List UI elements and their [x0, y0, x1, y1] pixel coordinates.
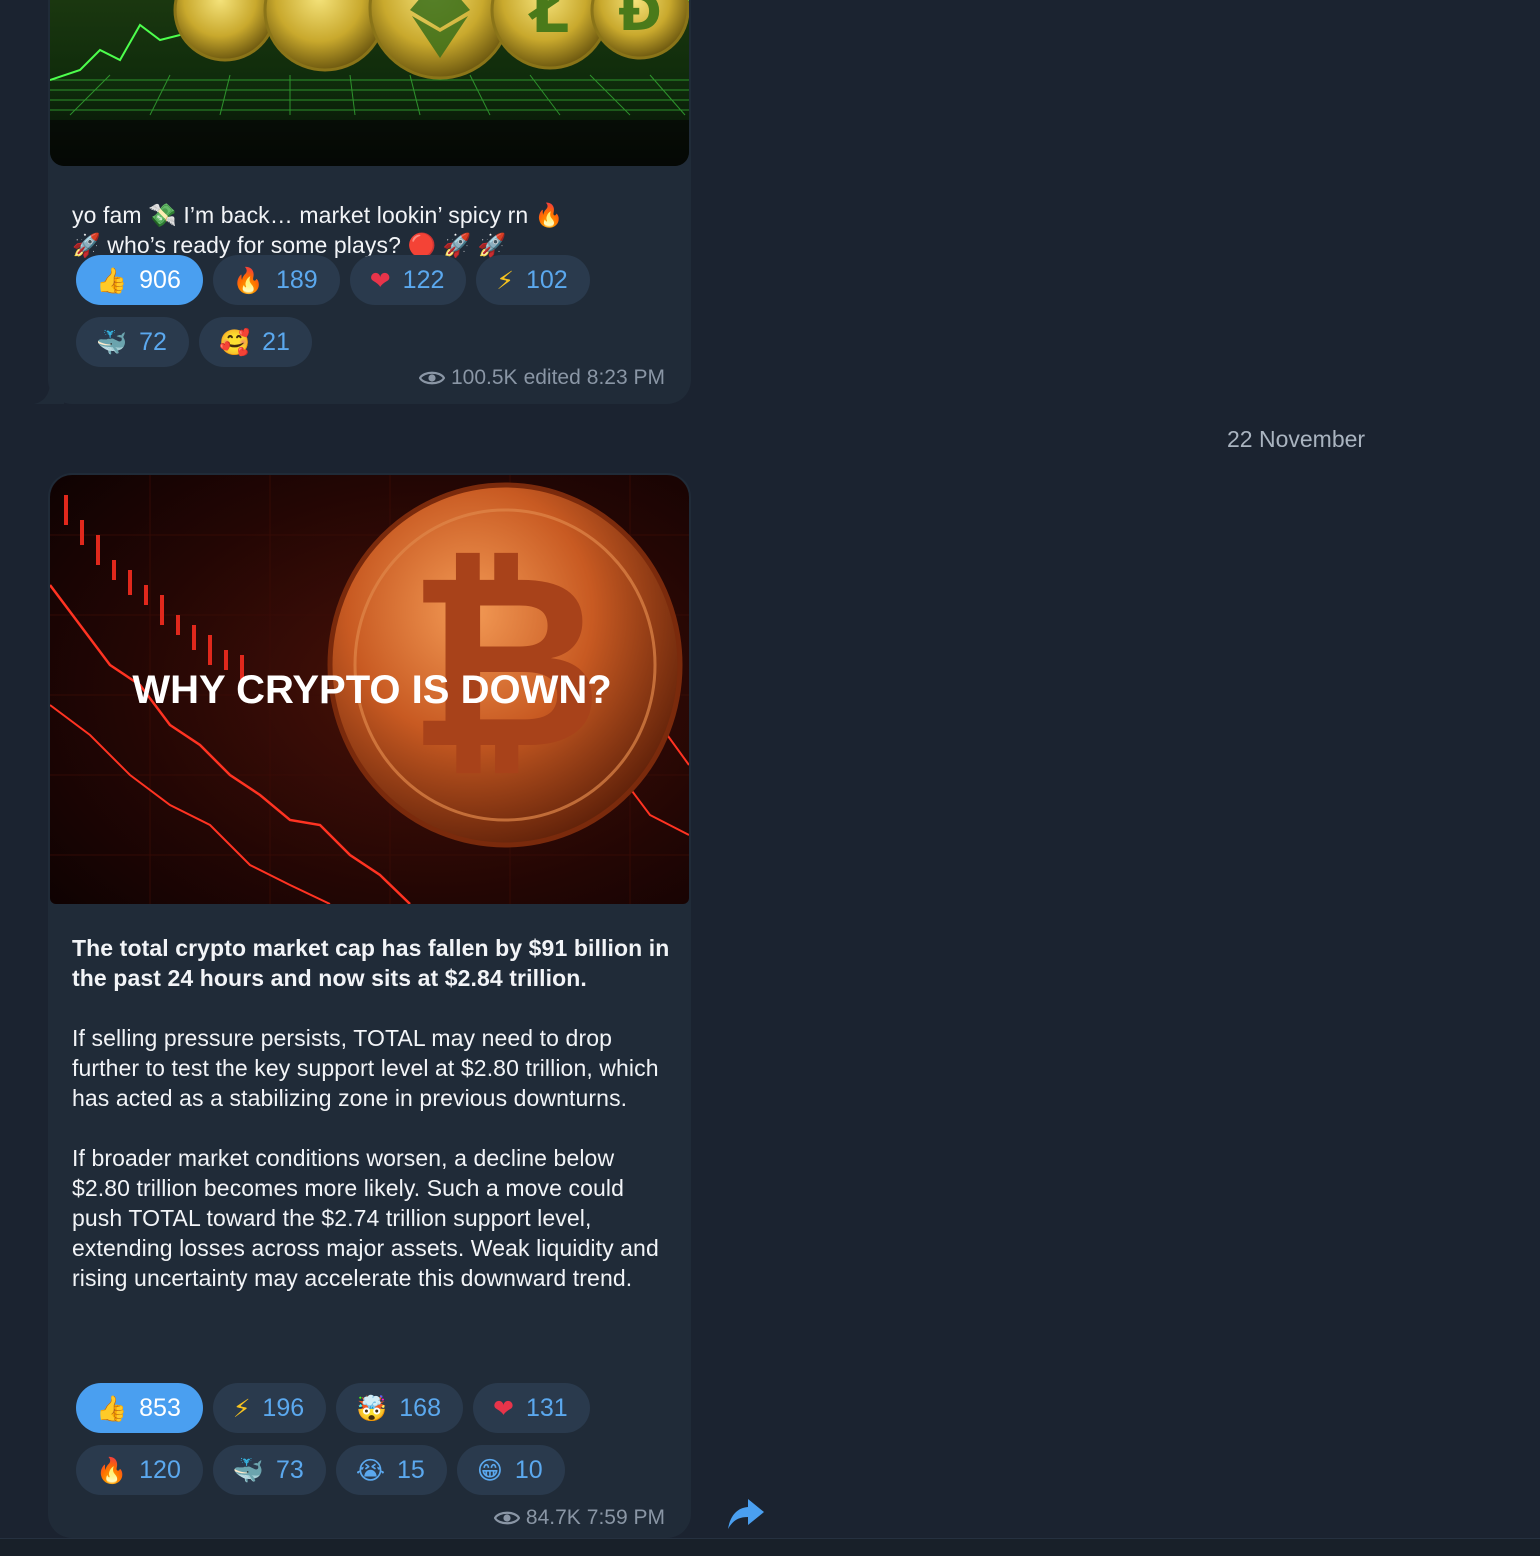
message-caption: The total crypto market cap has fallen b…	[72, 933, 672, 1293]
thumbs-up-icon: 👍	[96, 265, 128, 295]
message-time: 7:59 PM	[586, 1506, 665, 1529]
reaction-heart[interactable]: ❤ 122	[349, 255, 467, 305]
reaction-whale[interactable]: 🐳 73	[212, 1445, 326, 1495]
reaction-count: 189	[276, 265, 318, 294]
reaction-smiling-hearts[interactable]: 🥰 21	[198, 317, 312, 367]
reaction-count: 196	[262, 1393, 305, 1422]
message-bubble[interactable]: Ł Đ yo fam 💸 I’m back… market lookin’ sp…	[34, 0, 691, 404]
reaction-grinning[interactable]: 😁 10	[456, 1445, 565, 1495]
message-bubble[interactable]: ₿ WHY CRYPTO IS DOWN? The total crypto m…	[48, 473, 691, 1538]
caption-lead: The total crypto market cap has fallen b…	[72, 935, 670, 991]
whale-icon: 🐳	[96, 327, 128, 357]
share-arrow-icon[interactable]	[726, 1496, 766, 1532]
whale-icon: 🐳	[232, 1455, 264, 1485]
message-time: 8:23 PM	[586, 366, 665, 389]
fire-icon: 🔥	[232, 265, 264, 295]
date-separator: 22 November	[1227, 426, 1366, 452]
reaction-count: 131	[525, 1393, 568, 1422]
edited-label: edited	[523, 366, 581, 389]
eye-icon	[493, 1511, 520, 1525]
chat-page: Ł Đ yo fam 💸 I’m back… market lookin’ sp…	[0, 0, 1540, 1556]
svg-text:Đ: Đ	[618, 0, 662, 43]
reaction-lightning[interactable]: ⚡ 102	[476, 255, 590, 305]
reaction-fire[interactable]: 🔥 189	[212, 255, 340, 305]
reaction-fire[interactable]: 🔥 120	[76, 1445, 203, 1495]
grinning-face-icon: 😁	[476, 1455, 503, 1485]
crying-face-icon: 😭	[355, 1455, 386, 1485]
eye-icon	[419, 371, 445, 385]
message-meta: 100.5K edited 8:23 PM	[419, 366, 665, 390]
reaction-count: 122	[402, 265, 445, 294]
reactions-list: 👍 853 ⚡ 196 🤯 168 ❤ 131 🔥 120 🐳 73 😭 15 …	[76, 1383, 636, 1495]
reaction-count: 72	[139, 327, 167, 356]
reaction-count: 906	[139, 265, 181, 294]
reaction-whale[interactable]: 🐳 72	[76, 317, 189, 367]
reaction-lightning[interactable]: ⚡ 196	[212, 1383, 327, 1433]
crypto-coins-image[interactable]: Ł Đ	[50, 0, 689, 166]
lightning-icon: ⚡	[232, 1393, 251, 1423]
reaction-count: 102	[525, 265, 568, 294]
thumbs-up-icon: 👍	[96, 1393, 128, 1423]
message-caption: yo fam 💸 I’m back… market lookin’ spicy …	[72, 200, 672, 260]
reaction-count: 120	[139, 1455, 181, 1484]
why-crypto-down-image[interactable]: ₿ WHY CRYPTO IS DOWN?	[50, 475, 689, 904]
svg-text:₿: ₿	[407, 522, 603, 802]
caption-line-1: yo fam 💸 I’m back… market lookin’ spicy …	[72, 202, 564, 228]
reaction-exploding-head[interactable]: 🤯 168	[336, 1383, 463, 1433]
view-count: 84.7K	[525, 1506, 581, 1529]
reaction-thumbs-up[interactable]: 👍 853	[76, 1383, 203, 1433]
reaction-count: 853	[139, 1393, 181, 1422]
image-headline: WHY CRYPTO IS DOWN?	[132, 668, 611, 712]
svg-text:Ł: Ł	[528, 0, 570, 47]
reaction-crying[interactable]: 😭 15	[335, 1445, 447, 1495]
caption-paragraph: If selling pressure persists, TOTAL may …	[72, 1025, 659, 1111]
reaction-count: 168	[399, 1393, 441, 1422]
heart-icon: ❤	[369, 265, 391, 295]
view-count: 100.5K	[451, 366, 518, 389]
reaction-thumbs-up[interactable]: 👍 906	[76, 255, 203, 305]
fire-icon: 🔥	[96, 1455, 128, 1485]
reactions-list: 👍 906 🔥 189 ❤ 122 ⚡ 102 🐳 72 🥰 21	[76, 255, 636, 367]
caption-paragraph: If broader market conditions worsen, a d…	[72, 1145, 659, 1291]
message-meta: 84.7K 7:59 PM	[493, 1506, 665, 1530]
bottom-divider	[0, 1538, 1540, 1556]
lightning-icon: ⚡	[496, 265, 514, 295]
reaction-count: 10	[514, 1455, 543, 1484]
reaction-heart[interactable]: ❤ 131	[473, 1383, 590, 1433]
reaction-count: 73	[276, 1455, 304, 1484]
bubble-tail	[34, 382, 64, 404]
heart-icon: ❤	[493, 1393, 514, 1423]
smiling-face-with-hearts-icon: 🥰	[218, 327, 251, 357]
reaction-count: 15	[397, 1455, 425, 1484]
reaction-count: 21	[262, 327, 290, 356]
exploding-head-icon: 🤯	[356, 1393, 388, 1423]
